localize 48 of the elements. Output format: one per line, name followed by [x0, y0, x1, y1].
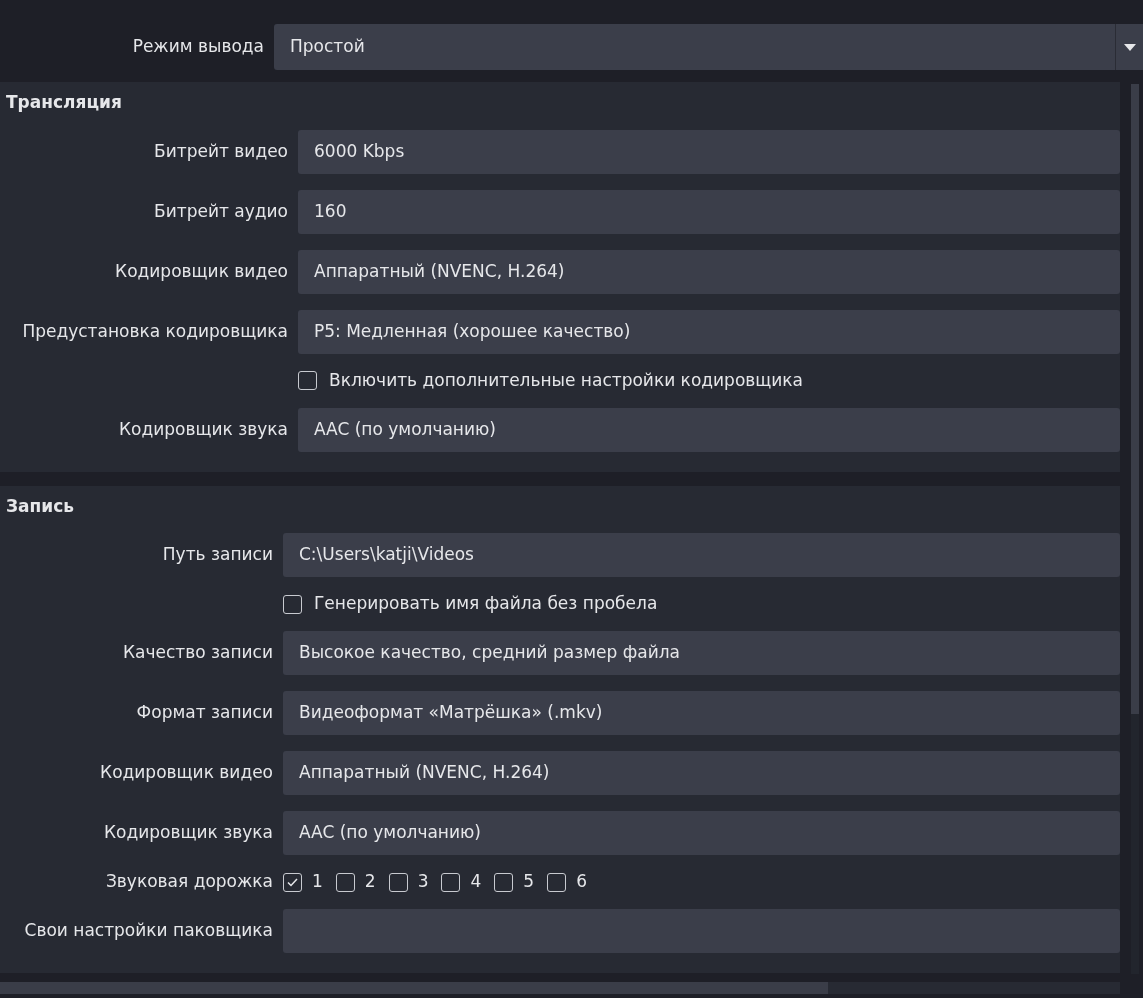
- field-label: Кодировщик звука: [102, 821, 274, 845]
- input-field[interactable]: 6000 Kbps: [298, 129, 1120, 174]
- field-label: Кодировщик звука: [117, 417, 289, 441]
- input-field[interactable]: C:\Users\katji\Videos: [283, 533, 1120, 577]
- input-field[interactable]: 160: [298, 189, 1120, 234]
- checkbox[interactable]: [298, 371, 317, 390]
- track-number[interactable]: 6: [576, 869, 587, 895]
- field-label: Битрейт аудио: [153, 199, 289, 223]
- track-number[interactable]: 3: [417, 869, 429, 895]
- checkbox[interactable]: [547, 872, 567, 892]
- dropdown-arrow-icon: [1123, 43, 1136, 51]
- track-number[interactable]: 4: [470, 869, 482, 895]
- checked-checkbox[interactable]: [283, 872, 302, 892]
- field-label: Кодировщик видео: [99, 761, 274, 785]
- horizontal-scrollbar[interactable]: [0, 982, 1120, 994]
- scrollbar-thumb[interactable]: [0, 982, 828, 994]
- input-field[interactable]: [283, 909, 1120, 953]
- track-number[interactable]: 2: [364, 869, 376, 895]
- input-field[interactable]: Видеоформат «Матрёшка» (.mkv): [283, 691, 1120, 735]
- output-mode-label: Режим вывода: [131, 35, 265, 59]
- checkbox-label[interactable]: Генерировать имя файла без пробела: [314, 591, 658, 617]
- track-number[interactable]: 1: [312, 869, 323, 895]
- field-label: Качество записи: [121, 641, 274, 665]
- field-label: Битрейт видео: [153, 139, 289, 163]
- checkbox[interactable]: [494, 872, 514, 892]
- input-field[interactable]: AAC (по умолчанию): [298, 407, 1120, 452]
- checkbox[interactable]: [283, 594, 302, 614]
- field-label: Предустановка кодировщика: [21, 319, 289, 343]
- input-field[interactable]: AAC (по умолчанию): [283, 811, 1120, 855]
- field-label: Формат записи: [135, 701, 274, 725]
- field-label: Звуковая дорожка: [104, 870, 274, 894]
- section-title: Трансляция: [6, 92, 122, 112]
- checkbox-label[interactable]: Включить дополнительные настройки кодировщика: [329, 367, 804, 394]
- checkbox[interactable]: [388, 872, 408, 892]
- input-field[interactable]: Аппаратный (NVENC, H.264): [283, 751, 1120, 795]
- field-label: Свои настройки паковщика: [23, 919, 274, 943]
- checkbox[interactable]: [441, 872, 461, 892]
- input-field[interactable]: Аппаратный (NVENC, H.264): [298, 249, 1120, 294]
- scrollbar-thumb[interactable]: [1131, 84, 1139, 714]
- track-number[interactable]: 5: [523, 869, 535, 895]
- section-title: Запись: [6, 495, 75, 516]
- checkbox[interactable]: [335, 872, 355, 892]
- field-label: Путь записи: [161, 543, 274, 567]
- vertical-scrollbar[interactable]: [1131, 84, 1139, 974]
- input-field[interactable]: Высокое качество, средний размер файла: [283, 631, 1120, 675]
- input-field[interactable]: P5: Медленная (хорошее качество): [298, 309, 1120, 354]
- output-mode-dropdown[interactable]: Простой: [274, 24, 1143, 70]
- field-label: Кодировщик видео: [114, 259, 289, 283]
